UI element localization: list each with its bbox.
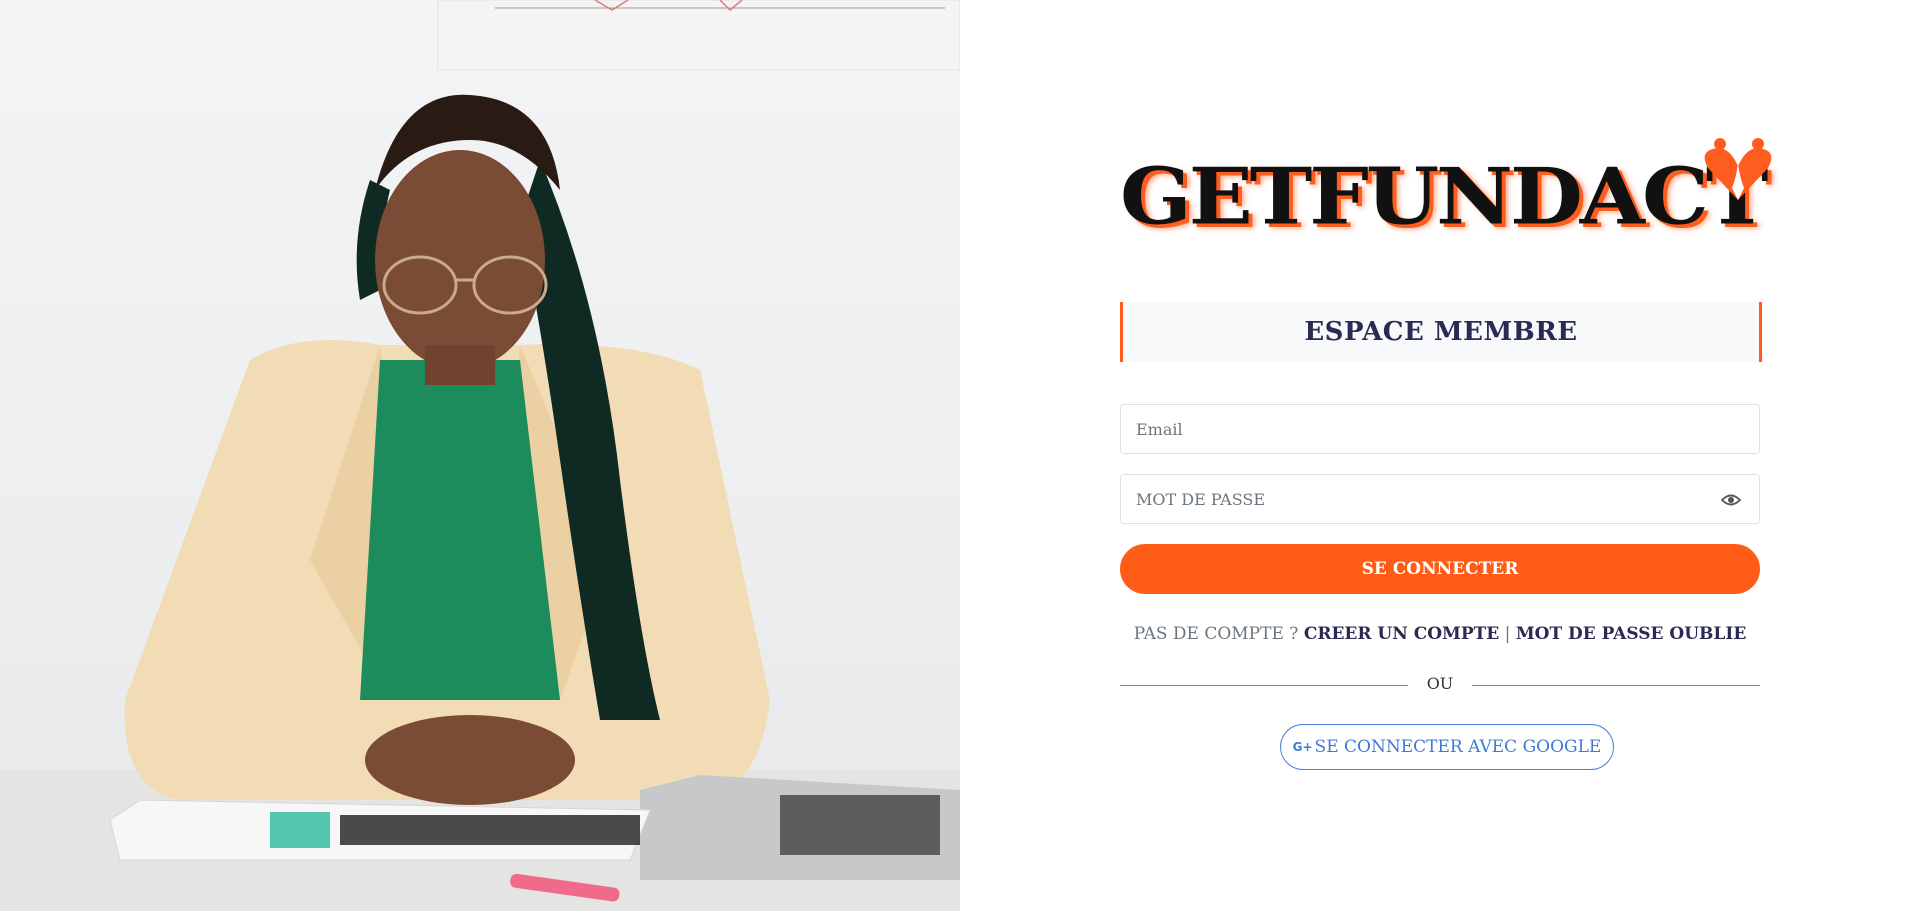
create-account-link[interactable]: CREER UN COMPTE (1304, 624, 1499, 644)
link-separator: | (1504, 624, 1511, 644)
brand-logo: GETFUNDACT (1120, 138, 1772, 248)
member-area-title-box: ESPACE MEMBRE (1120, 302, 1762, 362)
google-g-icon: G+ (1292, 740, 1313, 754)
email-field[interactable] (1120, 404, 1760, 454)
login-panel: GETFUNDACT ESPACE MEMBRE SE CONNECTER PA… (960, 0, 1920, 911)
page-title: ESPACE MEMBRE (1304, 317, 1578, 347)
forgot-password-link[interactable]: MOT DE PASSE OUBLIE (1516, 624, 1746, 644)
password-input[interactable] (1121, 475, 1759, 523)
password-field[interactable] (1120, 474, 1760, 524)
email-input[interactable] (1121, 405, 1759, 453)
login-page: GETFUNDACT ESPACE MEMBRE SE CONNECTER PA… (0, 0, 1920, 911)
people-heart-icon (1704, 138, 1772, 200)
google-login-label: SE CONNECTER AVEC GOOGLE (1314, 737, 1602, 757)
google-login-button[interactable]: G+ SE CONNECTER AVEC GOOGLE (1280, 724, 1614, 770)
login-button[interactable]: SE CONNECTER (1120, 544, 1760, 594)
hero-photo (0, 0, 960, 911)
no-account-text: PAS DE COMPTE ? (1133, 624, 1299, 644)
divider-line-right (1472, 685, 1760, 686)
divider-label: OU (1426, 674, 1454, 693)
brand-logo-text: GETFUNDACT (1120, 150, 1768, 242)
account-links: PAS DE COMPTE ? CREER UN COMPTE | MOT DE… (1120, 624, 1760, 644)
or-divider: OU (1120, 672, 1760, 696)
eye-icon[interactable] (1721, 492, 1741, 508)
